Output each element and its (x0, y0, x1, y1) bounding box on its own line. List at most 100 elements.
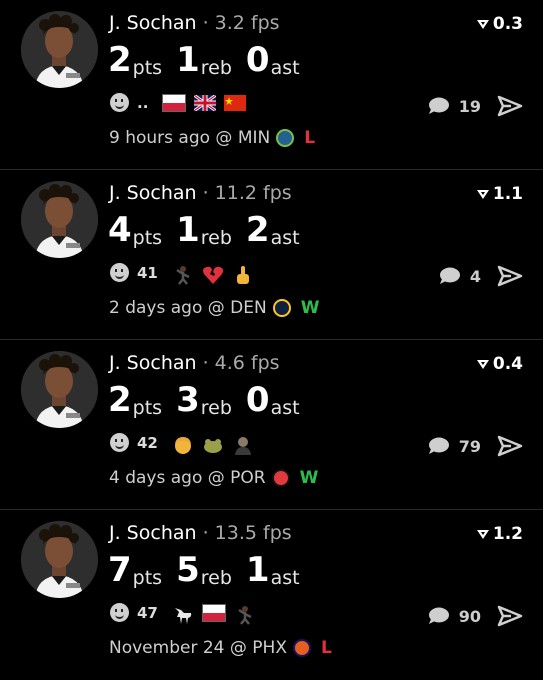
add-reaction-icon[interactable] (110, 603, 129, 622)
post-header: J. Sochan · 3.2 fps (109, 12, 280, 34)
rebounds-value: 5 (176, 550, 200, 590)
vote-score[interactable]: 1.1 (476, 184, 523, 204)
comments-button[interactable]: 19 (427, 95, 523, 117)
comments-button[interactable]: 79 (427, 435, 523, 457)
reactions-row: 41 (110, 263, 254, 285)
suns-logo-icon (292, 639, 311, 657)
player-avatar[interactable] (21, 521, 98, 598)
share-icon[interactable] (497, 265, 523, 287)
share-icon[interactable] (497, 95, 523, 117)
player-avatar[interactable] (21, 11, 98, 88)
add-reaction-icon[interactable] (110, 263, 129, 282)
post-card[interactable]: J. Sochan · 13.5 fps 1.2 7 pts 5 reb 1 ast … (0, 510, 543, 680)
bald-man-icon[interactable] (232, 435, 254, 455)
rebounds-unit: reb (200, 567, 232, 589)
post-card[interactable]: J. Sochan · 11.2 fps 1.1 4 pts 1 reb 2 ast … (0, 170, 543, 340)
score-value: 0.3 (492, 14, 523, 34)
share-icon[interactable] (497, 605, 523, 627)
poland-flag-icon[interactable] (201, 603, 226, 622)
share-icon[interactable] (497, 435, 523, 457)
vote-arrow-icon[interactable] (476, 188, 490, 200)
reaction-count[interactable]: 41 (137, 264, 158, 282)
reactions-row: 47 (110, 603, 256, 625)
frog-icon[interactable] (202, 435, 224, 453)
game-info[interactable]: 4 days ago @ POR W (109, 468, 318, 488)
vote-score[interactable]: 0.3 (476, 14, 523, 34)
middle-finger-icon[interactable] (232, 265, 254, 284)
goat-icon[interactable] (172, 605, 194, 624)
game-time: 9 hours ago @ MIN (109, 128, 271, 148)
player-avatar[interactable] (21, 351, 98, 428)
fps-value: 13.5 fps (214, 522, 292, 544)
comments-button[interactable]: 90 (427, 605, 523, 627)
stat-line: 4 pts 1 reb 2 ast (108, 210, 314, 250)
assists-unit: ast (270, 397, 300, 419)
vote-arrow-icon[interactable] (476, 358, 490, 370)
assists-value: 0 (245, 40, 270, 80)
nuggets-logo-icon (272, 299, 291, 317)
post-card[interactable]: J. Sochan · 3.2 fps 0.3 2 pts 1 reb 0 ast .… (0, 0, 543, 170)
poland-flag-icon[interactable] (162, 93, 187, 112)
separator: · (196, 522, 215, 544)
stat-line: 7 pts 5 reb 1 ast (108, 550, 314, 590)
fps-value: 11.2 fps (214, 182, 292, 204)
fps-value: 4.6 fps (214, 352, 280, 374)
vote-score[interactable]: 0.4 (476, 354, 523, 374)
blazers-logo-icon (271, 469, 290, 487)
add-reaction-icon[interactable] (110, 93, 129, 112)
points-unit: pts (132, 397, 163, 419)
points-value: 2 (108, 40, 132, 80)
reaction-count[interactable]: 42 (137, 434, 158, 452)
comment-bubble-icon (439, 267, 460, 284)
assists-value: 0 (245, 380, 270, 420)
vote-arrow-icon[interactable] (476, 528, 490, 540)
assists-unit: ast (270, 57, 300, 79)
broken-heart-icon[interactable] (202, 265, 224, 284)
separator: · (196, 12, 215, 34)
reaction-count[interactable]: .. (137, 94, 148, 112)
score-value: 1.2 (492, 524, 523, 544)
reaction-count[interactable]: 47 (137, 604, 158, 622)
rebounds-unit: reb (200, 227, 232, 249)
vote-score[interactable]: 1.2 (476, 524, 523, 544)
points-unit: pts (132, 567, 163, 589)
score-value: 0.4 (492, 354, 523, 374)
post-header: J. Sochan · 4.6 fps (109, 352, 280, 374)
game-time: 4 days ago @ POR (109, 468, 266, 488)
player-name[interactable]: J. Sochan (109, 182, 197, 204)
points-unit: pts (132, 57, 163, 79)
rebounds-unit: reb (200, 57, 232, 79)
game-time: November 24 @ PHX (109, 638, 287, 658)
rebounds-value: 3 (176, 380, 200, 420)
rebounds-unit: reb (200, 397, 232, 419)
game-result: L (320, 638, 332, 658)
game-info[interactable]: 2 days ago @ DEN W (109, 298, 319, 318)
reactions-row: 42 (110, 433, 254, 455)
game-result: L (304, 128, 316, 148)
player-avatar[interactable] (21, 181, 98, 258)
player-name[interactable]: J. Sochan (109, 352, 197, 374)
dancer-icon[interactable] (234, 605, 256, 625)
game-result: W (299, 468, 319, 488)
game-info[interactable]: November 24 @ PHX L (109, 638, 332, 658)
timberwolves-logo-icon (276, 129, 295, 147)
comment-bubble-icon (428, 437, 449, 454)
post-card[interactable]: J. Sochan · 4.6 fps 0.4 2 pts 3 reb 0 ast 4… (0, 340, 543, 510)
vote-arrow-icon[interactable] (476, 18, 490, 30)
player-name[interactable]: J. Sochan (109, 522, 197, 544)
rebounds-value: 1 (176, 40, 200, 80)
add-reaction-icon[interactable] (110, 433, 129, 452)
dancer-icon[interactable] (172, 265, 194, 285)
blond-person-icon[interactable] (172, 435, 194, 454)
game-info[interactable]: 9 hours ago @ MIN L (109, 128, 315, 148)
points-unit: pts (132, 227, 163, 249)
china-flag-icon[interactable] (224, 94, 247, 111)
comment-count: 4 (469, 266, 481, 286)
uk-flag-icon[interactable] (193, 93, 218, 112)
comments-button[interactable]: 4 (438, 265, 523, 287)
player-name[interactable]: J. Sochan (109, 12, 197, 34)
comment-count: 19 (458, 96, 481, 116)
fps-value: 3.2 fps (214, 12, 280, 34)
assists-unit: ast (270, 227, 300, 249)
score-value: 1.1 (492, 184, 523, 204)
